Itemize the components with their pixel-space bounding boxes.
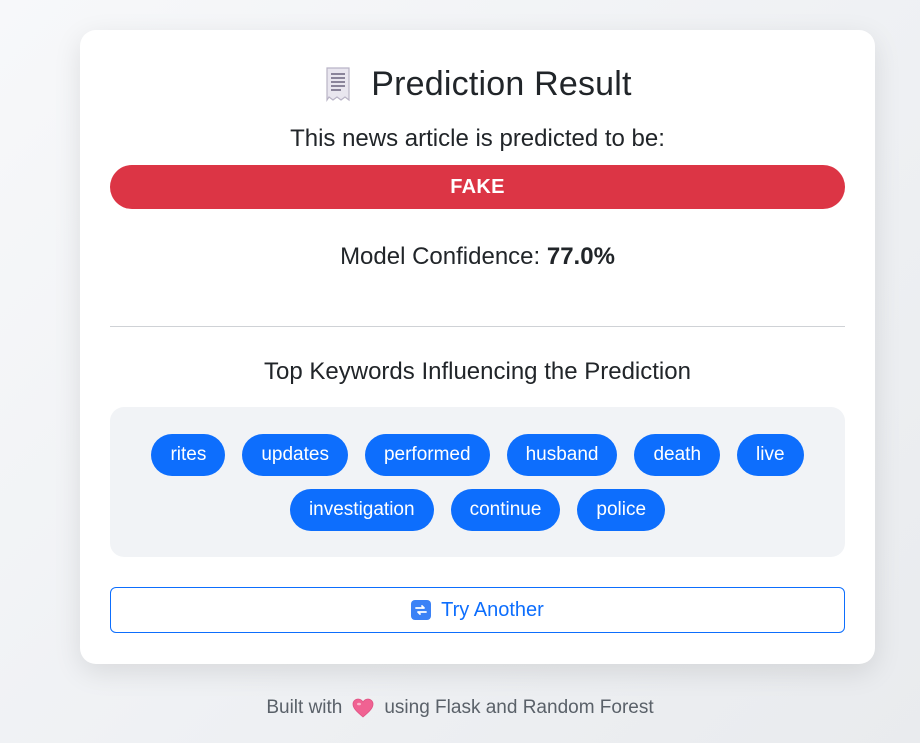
- result-card: Prediction Result This news article is p…: [80, 30, 875, 664]
- page-title: Prediction Result: [371, 64, 632, 103]
- try-another-label: Try Another: [441, 598, 544, 621]
- confidence-value: 77.0%: [546, 243, 615, 270]
- keyword-chip: updates: [242, 433, 348, 476]
- prediction-badge: FAKE: [110, 165, 845, 209]
- footer-text-after: using Flask and Random Forest: [384, 697, 654, 718]
- try-another-button[interactable]: Try Another: [110, 587, 845, 633]
- divider: [110, 326, 845, 327]
- keyword-chip: investigation: [289, 488, 434, 531]
- keyword-chip: live: [737, 433, 804, 476]
- keywords-panel: rites updates performed husband death live inv…: [110, 407, 845, 557]
- prediction-label: FAKE: [450, 175, 505, 198]
- keyword-chip: rites: [151, 433, 226, 476]
- footer-text-before: Built with: [266, 697, 343, 718]
- repeat-icon: [411, 600, 432, 620]
- confidence-line: Model Confidence: 77.0%: [80, 243, 875, 271]
- footer: Built with using Flask and Random Forest: [0, 697, 920, 719]
- keywords-heading: Top Keywords Influencing the Prediction: [264, 358, 691, 385]
- keyword-chip: police: [577, 488, 666, 531]
- prediction-intro: This news article is predicted to be:: [290, 125, 665, 152]
- keyword-chip: continue: [450, 488, 561, 531]
- heart-icon: [352, 698, 374, 718]
- keyword-chip: husband: [506, 433, 618, 476]
- keyword-chip: death: [634, 433, 721, 476]
- title-row: Prediction Result: [80, 64, 875, 104]
- keyword-chip: performed: [364, 433, 490, 476]
- receipt-icon: [323, 66, 353, 102]
- confidence-label: Model Confidence:: [340, 243, 547, 270]
